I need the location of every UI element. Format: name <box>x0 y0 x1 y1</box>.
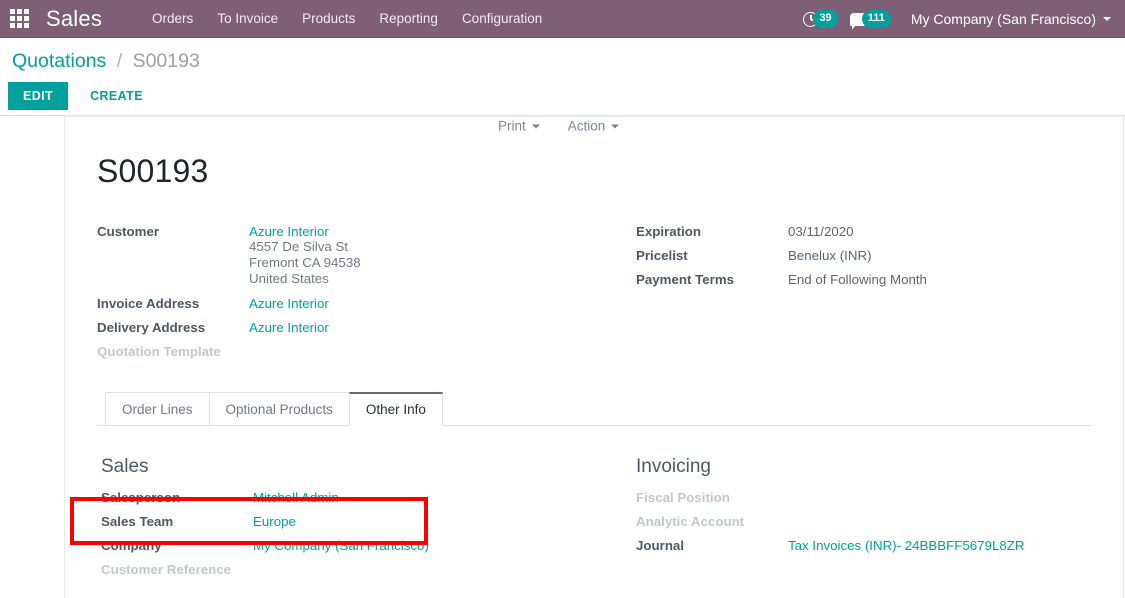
apps-grid-icon <box>9 9 29 28</box>
control-panel: Quotations / S00193 EDIT CREATE Print Ac… <box>0 38 1125 134</box>
field-value-expiration: 03/11/2020 <box>788 224 854 239</box>
invoicing-group-heading: Invoicing <box>636 456 711 477</box>
breadcrumb-quotations[interactable]: Quotations <box>12 50 106 72</box>
user-company-label: My Company (San Francisco) <box>910 11 1096 27</box>
field-label-payment-terms: Payment Terms <box>636 272 735 287</box>
field-sales-team: Sales Team Europe <box>101 514 594 538</box>
message-counter-badge: 111 <box>861 10 891 28</box>
activity-menu-button[interactable]: 39 <box>797 10 843 28</box>
breadcrumb: Quotations / S00193 <box>0 38 1125 72</box>
field-salesperson: Salesperson Mitchell Admin <box>101 490 594 514</box>
field-label-analytic-account: Analytic Account <box>636 514 745 529</box>
field-label-journal: Journal <box>636 538 685 553</box>
tab-optional-products[interactable]: Optional Products <box>208 392 350 426</box>
navbar-systray: 39 111 My Company (San Francisco) <box>797 0 1125 38</box>
field-expiration: Expiration 03/11/2020 <box>636 224 1091 248</box>
field-invoice-address: Invoice Address Azure Interior <box>97 296 594 320</box>
field-label-company: Company <box>101 538 162 553</box>
menu-reporting[interactable]: Reporting <box>367 2 450 35</box>
field-company: Company My Company (San Francisco) <box>101 538 594 562</box>
control-panel-dropdowns: Print Action <box>492 114 641 139</box>
header-field-groups: Customer Azure Interior 4557 De Silva St… <box>97 224 1091 368</box>
menu-products[interactable]: Products <box>290 2 367 35</box>
create-button[interactable]: CREATE <box>76 82 157 110</box>
field-label-customer: Customer <box>97 224 160 239</box>
field-label-pricelist: Pricelist <box>636 248 688 263</box>
customer-field-group: Customer Azure Interior 4557 De Silva St… <box>97 224 594 368</box>
notebook-tabs: Order Lines Optional Products Other Info <box>97 392 1091 426</box>
field-label-invoice-address: Invoice Address <box>97 296 200 311</box>
terms-field-group: Expiration 03/11/2020 Pricelist Benelux … <box>594 224 1091 368</box>
chevron-down-icon <box>1103 17 1111 21</box>
activity-counter-badge: 39 <box>813 10 838 28</box>
field-value-fiscal-position[interactable] <box>788 490 1091 514</box>
field-value-customer[interactable]: Azure Interior <box>249 224 329 239</box>
field-value-invoice-address[interactable]: Azure Interior <box>249 296 329 311</box>
action-dropdown-label: Action <box>567 118 606 134</box>
menu-orders[interactable]: Orders <box>140 2 205 35</box>
field-value-salesperson[interactable]: Mitchell Admin <box>253 490 339 505</box>
menu-to-invoice[interactable]: To Invoice <box>205 2 290 35</box>
app-brand-sales[interactable]: Sales <box>38 6 116 32</box>
breadcrumb-separator: / <box>116 50 123 72</box>
form-sheet: S00193 Customer Azure Interior 4557 De S… <box>64 116 1124 598</box>
field-payment-terms: Payment Terms End of Following Month <box>636 272 1091 296</box>
field-label-delivery-address: Delivery Address <box>97 320 206 335</box>
notebook: Order Lines Optional Products Other Info… <box>97 392 1091 586</box>
field-value-payment-terms: End of Following Month <box>788 272 927 287</box>
top-navbar: Sales Orders To Invoice Products Reporti… <box>0 0 1125 38</box>
apps-menu-button[interactable] <box>0 0 38 38</box>
field-value-delivery-address[interactable]: Azure Interior <box>249 320 329 335</box>
other-info-groups: Sales Salesperson Mitchell Admin Sales T… <box>97 456 1091 586</box>
field-quotation-template: Quotation Template <box>97 344 594 368</box>
field-customer-reference: Customer Reference <box>101 562 594 586</box>
customer-address-line-1: 4557 De Silva St <box>249 239 349 254</box>
sales-group-heading: Sales <box>101 456 149 477</box>
field-customer: Customer Azure Interior 4557 De Silva St… <box>97 224 594 296</box>
field-analytic-account: Analytic Account <box>636 514 1091 538</box>
field-journal: Journal Tax Invoices (INR)- 24BBBFF5679L… <box>636 538 1091 562</box>
field-value-analytic-account[interactable] <box>788 514 1091 538</box>
field-label-sales-team: Sales Team <box>101 514 174 529</box>
field-value-journal[interactable]: Tax Invoices (INR)- 24BBBFF5679L8ZR <box>788 538 1024 553</box>
menu-configuration[interactable]: Configuration <box>450 2 554 35</box>
tab-page-other-info: Sales Salesperson Mitchell Admin Sales T… <box>97 426 1091 586</box>
print-dropdown-label: Print <box>498 118 526 134</box>
breadcrumb-current-record: S00193 <box>132 50 200 72</box>
form-view-scroller: S00193 Customer Azure Interior 4557 De S… <box>0 116 1125 598</box>
field-label-salesperson: Salesperson <box>101 490 181 505</box>
tab-order-lines[interactable]: Order Lines <box>105 392 210 426</box>
field-value-customer-reference[interactable] <box>253 562 594 586</box>
field-pricelist: Pricelist Benelux (INR) <box>636 248 1091 272</box>
edit-button[interactable]: EDIT <box>8 82 69 111</box>
customer-address-line-2: Fremont CA 94538 <box>249 255 361 270</box>
field-label-customer-reference: Customer Reference <box>101 562 232 577</box>
field-value-sales-team[interactable]: Europe <box>253 514 296 529</box>
field-fiscal-position: Fiscal Position <box>636 490 1091 514</box>
print-dropdown[interactable]: Print <box>492 114 546 139</box>
field-label-fiscal-position: Fiscal Position <box>636 490 730 505</box>
field-value-pricelist: Benelux (INR) <box>788 248 872 263</box>
chevron-down-icon <box>531 124 540 128</box>
field-delivery-address: Delivery Address Azure Interior <box>97 320 594 344</box>
sales-group: Sales Salesperson Mitchell Admin Sales T… <box>97 456 594 586</box>
tab-other-info[interactable]: Other Info <box>348 392 443 426</box>
action-dropdown[interactable]: Action <box>562 114 626 139</box>
page-title: S00193 <box>97 153 209 189</box>
customer-address-line-3: United States <box>249 271 329 286</box>
main-menu: Orders To Invoice Products Reporting Con… <box>140 2 554 35</box>
field-label-expiration: Expiration <box>636 224 702 239</box>
messaging-menu-button[interactable]: 111 <box>844 10 897 30</box>
control-panel-buttons: EDIT CREATE <box>0 72 1125 111</box>
user-company-menu[interactable]: My Company (San Francisco) <box>897 11 1115 27</box>
field-label-quotation-template: Quotation Template <box>97 344 221 359</box>
field-value-company[interactable]: My Company (San Francisco) <box>253 538 429 553</box>
chevron-down-icon <box>611 124 620 128</box>
field-value-quotation-template[interactable] <box>249 344 594 368</box>
invoicing-group: Invoicing Fiscal Position Analytic Accou… <box>594 456 1091 586</box>
